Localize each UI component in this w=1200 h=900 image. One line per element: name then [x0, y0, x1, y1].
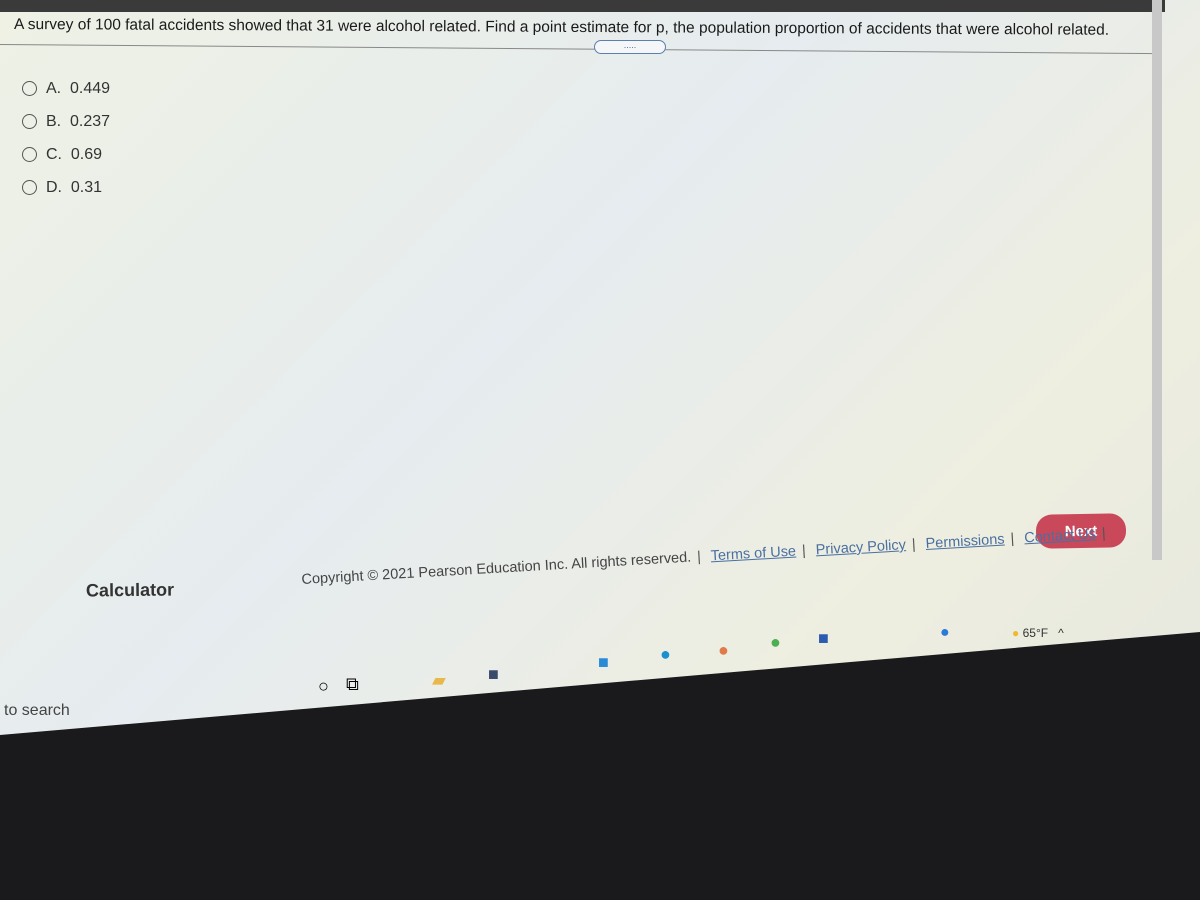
taskbar-search[interactable]: to search — [4, 702, 70, 720]
edge-icon[interactable]: ● — [660, 644, 671, 665]
help-icon[interactable]: ● — [940, 624, 950, 642]
radio-icon[interactable] — [22, 81, 37, 96]
start-search-icon[interactable]: ○ — [318, 676, 329, 697]
copyright-text: Copyright © 2021 Pearson Education Inc. … — [301, 549, 692, 588]
file-explorer-icon[interactable]: ▰ — [432, 670, 446, 691]
footer: Copyright © 2021 Pearson Education Inc. … — [301, 525, 1107, 588]
terms-link[interactable]: Terms of Use — [710, 544, 796, 565]
option-value: 0.31 — [70, 178, 103, 196]
weather[interactable]: ● 65°F ^ — [1012, 626, 1064, 640]
answer-options: A. 0.449 B. 0.237 C. 0.69 D. 0.31 — [22, 72, 110, 204]
temperature: 65°F — [1022, 626, 1049, 640]
scrollbar[interactable] — [1152, 0, 1162, 560]
option-letter: B. — [46, 112, 62, 130]
permissions-link[interactable]: Permissions — [925, 531, 1005, 552]
more-button[interactable]: ..... — [594, 40, 666, 54]
radio-icon[interactable] — [22, 180, 37, 195]
option-c[interactable]: C. 0.69 — [22, 138, 110, 171]
option-value: 0.237 — [70, 112, 111, 130]
calculator-link[interactable]: Calculator — [86, 580, 174, 602]
option-value: 0.69 — [70, 145, 103, 163]
question-text: A survey of 100 fatal accidents showed t… — [13, 16, 1110, 39]
task-view-icon[interactable]: ⧉ — [346, 674, 359, 695]
option-a[interactable]: A. 0.449 — [22, 72, 110, 105]
option-d[interactable]: D. 0.31 — [22, 171, 110, 204]
store-icon[interactable]: ■ — [488, 664, 499, 685]
screen: A survey of 100 fatal accidents showed t… — [0, 0, 1200, 735]
option-b[interactable]: B. 0.237 — [22, 105, 110, 138]
word-icon[interactable]: ■ — [818, 628, 829, 649]
option-letter: A. — [46, 79, 62, 97]
radio-icon[interactable] — [22, 147, 37, 162]
option-letter: C. — [46, 145, 62, 163]
option-value: 0.449 — [70, 79, 111, 97]
chrome-icon[interactable]: ● — [770, 632, 781, 653]
top-bar — [0, 0, 1165, 12]
chevron-up-icon[interactable]: ^ — [1058, 626, 1064, 640]
option-letter: D. — [46, 178, 62, 196]
app-icon[interactable]: ■ — [598, 652, 609, 673]
app-orange-icon[interactable]: ● — [718, 640, 729, 661]
radio-icon[interactable] — [22, 114, 37, 129]
privacy-link[interactable]: Privacy Policy — [815, 537, 906, 558]
divider — [0, 44, 1155, 55]
sun-icon: ● — [1012, 626, 1020, 640]
